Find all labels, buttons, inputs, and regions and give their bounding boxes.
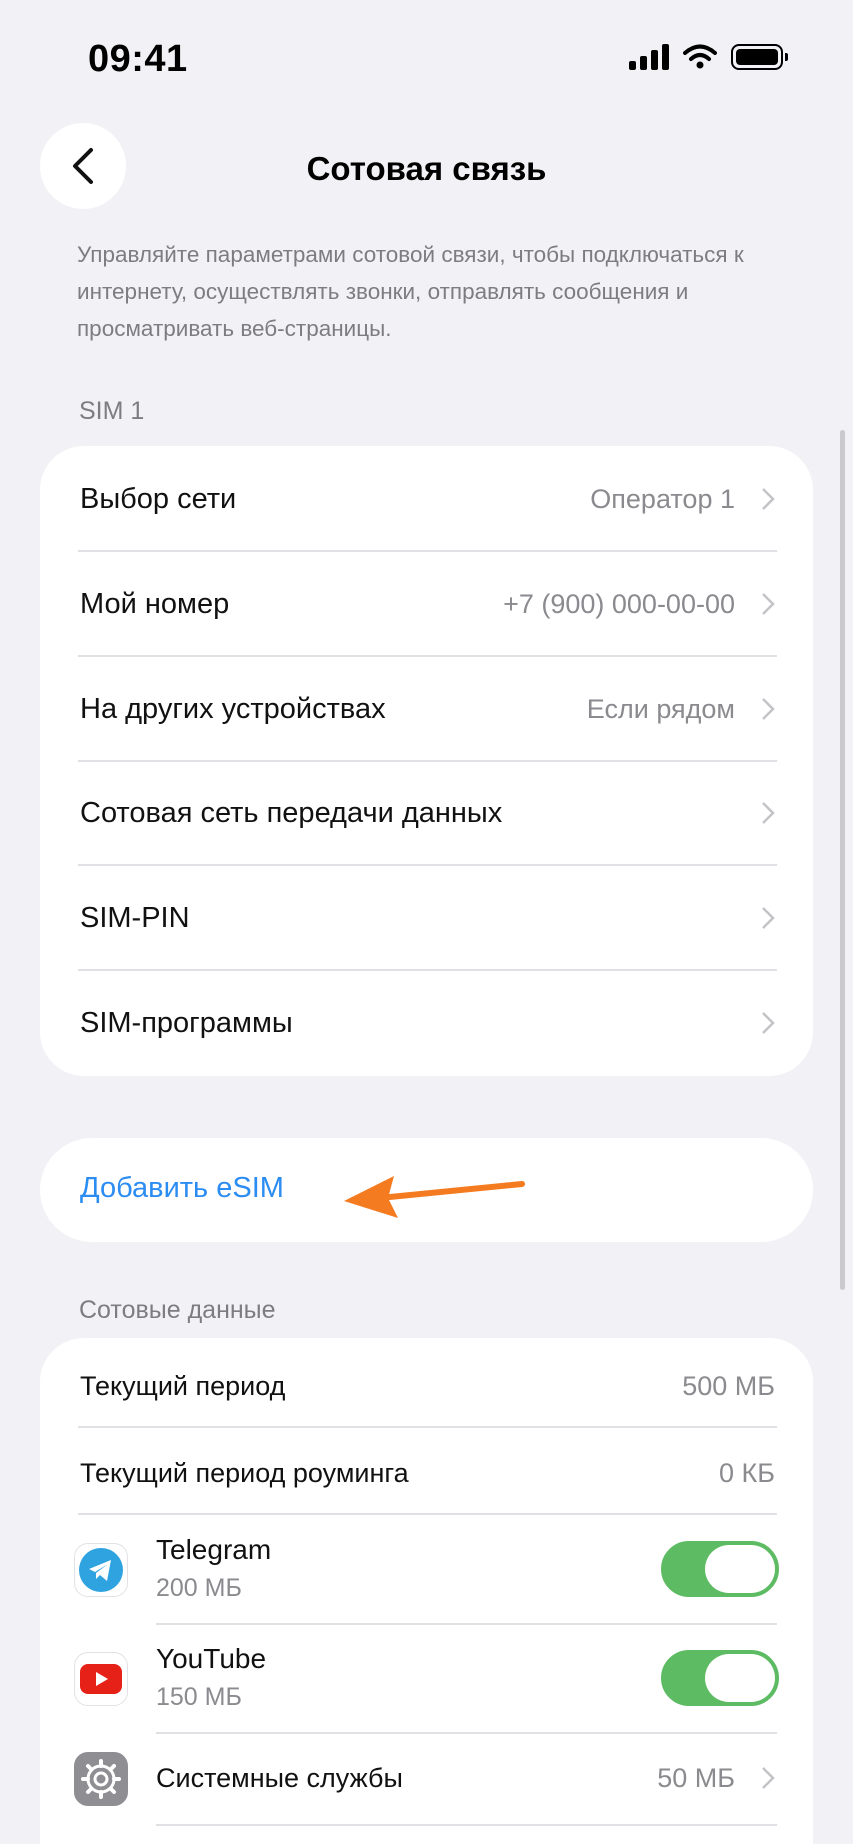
divider (78, 655, 777, 657)
row-sim-pin[interactable]: SIM-PIN (80, 895, 775, 941)
page-title: Сотовая связь (306, 150, 547, 187)
row-value: Оператор 1 (590, 483, 735, 514)
status-icons (629, 44, 788, 70)
chevron-right-icon (762, 1767, 775, 1789)
row-label: SIM-программы (80, 1006, 293, 1039)
row-roaming-period: Текущий период роуминга 0 КБ (80, 1451, 775, 1495)
row-value: +7 (900) 000-00-00 (503, 588, 735, 619)
row-label: SIM-PIN (80, 901, 190, 934)
row-cellular-data-network[interactable]: Сотовая сеть передачи данных (80, 790, 775, 836)
gear-icon (74, 1752, 128, 1806)
section-label-cellular-data: Сотовые данные (79, 1296, 276, 1324)
scrollbar[interactable] (840, 430, 845, 1290)
row-label: Системные службы (156, 1762, 403, 1793)
divider (156, 1824, 777, 1826)
app-usage: 200 МБ (156, 1574, 242, 1602)
row-label: Выбор сети (80, 482, 237, 515)
add-esim-button[interactable]: Добавить eSIM (80, 1172, 284, 1205)
telegram-toggle[interactable] (661, 1541, 779, 1597)
chevron-right-icon (762, 698, 775, 720)
row-label: Мой номер (80, 587, 230, 620)
divider (78, 1426, 777, 1428)
divider (78, 1513, 777, 1515)
row-system-services[interactable]: Системные службы 50 МБ (156, 1755, 775, 1801)
cellular-data-card: Текущий период 500 МБ Текущий период роу… (40, 1338, 813, 1844)
chevron-right-icon (762, 488, 775, 510)
section-label-sim: SIM 1 (79, 397, 145, 425)
row-label: На других устройствах (80, 692, 386, 725)
page-description: Управляйте параметрами сотовой связи, чт… (77, 242, 744, 341)
divider (156, 1732, 777, 1734)
divider (78, 969, 777, 971)
cellular-signal-icon (629, 44, 669, 70)
row-sim-apps[interactable]: SIM-программы (80, 1000, 775, 1046)
app-usage: 150 МБ (156, 1683, 242, 1711)
youtube-toggle[interactable] (661, 1650, 779, 1706)
youtube-icon (74, 1652, 128, 1706)
annotation-arrow-icon (344, 1176, 525, 1218)
row-label: Текущий период роуминга (80, 1457, 409, 1488)
divider (78, 550, 777, 552)
chevron-right-icon (762, 1012, 775, 1034)
sim-settings-card: Выбор сети Оператор 1 Мой номер +7 (900)… (40, 446, 813, 1076)
divider (156, 1623, 777, 1625)
row-network-selection[interactable]: Выбор сети Оператор 1 (80, 476, 775, 522)
status-bar: 09:41 (0, 0, 853, 110)
row-other-devices[interactable]: На других устройствах Если рядом (80, 686, 775, 732)
chevron-right-icon (762, 593, 775, 615)
row-value: 0 КБ (719, 1457, 775, 1488)
divider (78, 864, 777, 866)
wifi-icon (683, 44, 717, 69)
app-name: Telegram (156, 1534, 272, 1565)
row-value: 50 МБ (657, 1762, 735, 1793)
row-label: Сотовая сеть передачи данных (80, 796, 503, 829)
row-label: Текущий период (80, 1370, 286, 1401)
status-time: 09:41 (88, 38, 188, 80)
row-value: Если рядом (586, 693, 735, 724)
row-current-period: Текущий период 500 МБ (80, 1364, 775, 1408)
chevron-right-icon (762, 802, 775, 824)
telegram-icon (74, 1543, 128, 1597)
app-name: YouTube (156, 1643, 267, 1674)
row-value: 500 МБ (682, 1370, 775, 1401)
divider (78, 760, 777, 762)
chevron-right-icon (762, 907, 775, 929)
row-my-number[interactable]: Мой номер +7 (900) 000-00-00 (80, 581, 775, 627)
battery-icon (731, 44, 788, 70)
